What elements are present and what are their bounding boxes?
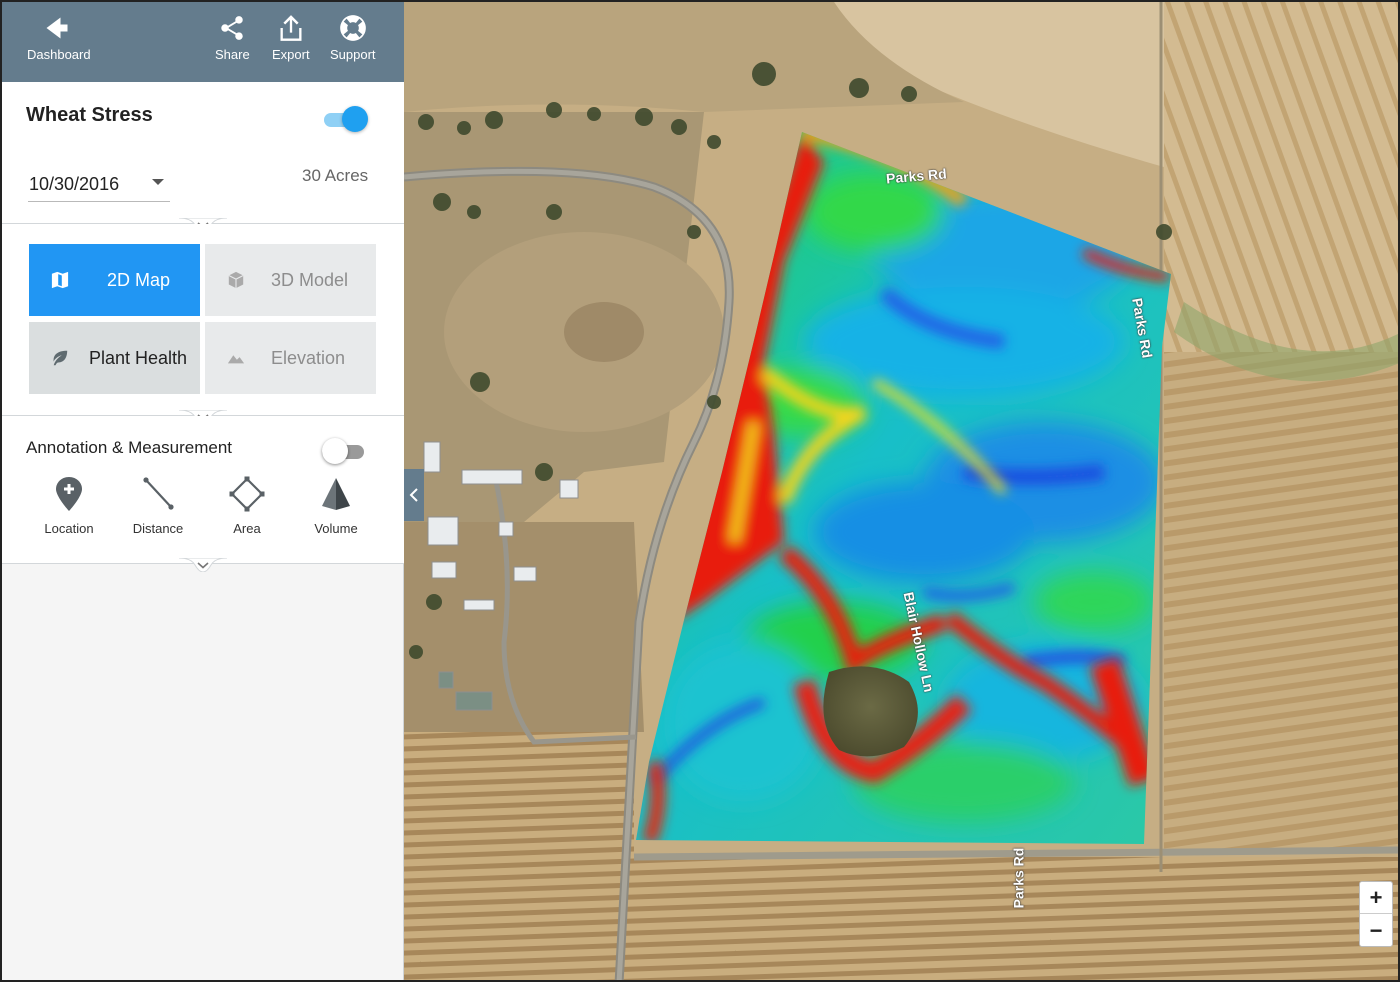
top-toolbar: Dashboard Share Export Support [2,2,404,82]
layer-toggle[interactable] [324,106,370,134]
acreage-label: 30 Acres [302,166,369,185]
app-window: Dashboard Share Export Support Wheat Str… [0,0,1400,982]
annotation-title: Annotation & Measurement [26,438,233,457]
area-label: Area [233,521,261,536]
lifebuoy-icon [339,15,366,41]
support-button[interactable]: Support [330,14,376,62]
elevation-button[interactable]: Elevation [205,322,376,394]
2d-map-label: 2D Map [107,269,171,290]
support-label: Support [330,47,376,62]
location-label: Location [44,521,94,536]
zoom-out-button[interactable]: − [1360,915,1392,947]
plant-health-label: Plant Health [89,347,188,368]
chevron-down-icon [178,557,228,573]
leaf-icon [53,350,68,366]
volume-tool[interactable]: Volume [296,476,376,536]
mountain-icon [227,355,245,364]
road-label-parks-bottom: Parks Rd [1010,847,1027,909]
layer-panel: Wheat Stress [2,82,404,224]
share-icon [221,16,244,40]
annotation-toggle[interactable] [322,438,368,466]
map-pin-icon [56,477,82,511]
zoom-in-button[interactable]: + [1360,882,1392,914]
back-arrow-icon [46,17,68,39]
map-icon [51,271,69,289]
caret-down-icon [152,179,164,185]
collapse-annotation-panel[interactable] [178,557,228,573]
date-select[interactable]: 10/30/2016 [28,162,170,202]
location-tool[interactable]: Location [29,476,109,536]
layer-title: Wheat Stress [26,104,153,126]
map-view[interactable]: Parks Rd Parks Rd Blair Hollow Ln Parks … [404,2,1398,980]
elevation-label: Elevation [271,347,346,368]
distance-tool[interactable]: Distance [118,476,198,536]
export-label: Export [272,47,310,62]
3d-model-button[interactable]: 3D Model [205,244,376,316]
date-value: 10/30/2016 [29,174,120,194]
share-label: Share [215,47,250,62]
dashboard-button[interactable]: Dashboard [27,14,91,62]
sidebar: Dashboard Share Export Support Wheat Str… [2,2,404,980]
3d-model-label: 3D Model [271,269,349,290]
ruler-line-icon [143,477,174,510]
area-tool[interactable]: Area [207,476,287,536]
toggle-knob [322,438,348,464]
chevron-left-icon [409,488,418,502]
toggle-knob [342,106,368,132]
2d-map-button[interactable]: 2D Map [29,244,200,316]
polygon-area-icon [229,476,265,512]
pyramid-volume-icon [322,478,350,510]
distance-label: Distance [132,521,184,536]
volume-label: Volume [314,521,358,536]
export-icon [280,15,302,41]
zoom-control: + − [1359,881,1393,947]
dashboard-label: Dashboard [27,47,91,62]
export-button[interactable]: Export [272,14,310,62]
satellite-map [404,2,1398,980]
share-button[interactable]: Share [215,14,250,62]
plant-health-button[interactable]: Plant Health [29,322,200,394]
collapse-sidebar-button[interactable] [404,469,424,521]
cube-icon [228,271,244,289]
